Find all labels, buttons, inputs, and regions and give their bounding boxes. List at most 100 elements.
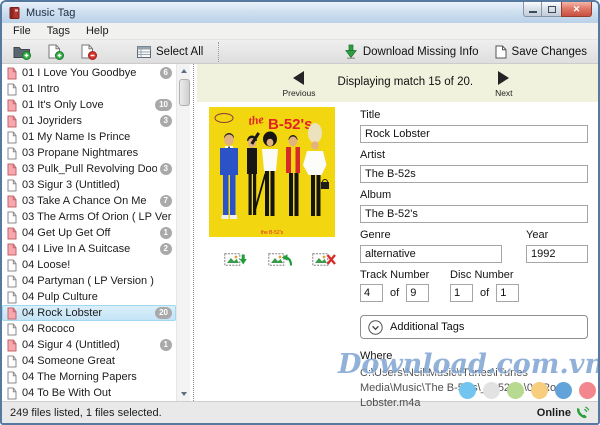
disc-of-label: of xyxy=(480,287,490,299)
file-name: 03 Pulk_Pull Revolving Doors xyxy=(22,163,157,175)
album-bottom-caption: the B-52's xyxy=(261,230,284,236)
list-item[interactable]: 04 Rock Lobster 20 xyxy=(2,305,176,321)
list-item[interactable]: 04 Someone Great xyxy=(2,353,176,369)
file-name: 01 It's Only Love xyxy=(22,99,104,111)
file-icon xyxy=(7,291,17,304)
list-item[interactable]: 04 I Live In A Suitcase 2 xyxy=(2,241,176,257)
save-changes-button[interactable]: Save Changes xyxy=(492,43,590,61)
load-art-button[interactable] xyxy=(268,251,292,268)
load-art-icon xyxy=(268,251,292,268)
artist-input[interactable] xyxy=(360,165,588,183)
list-item[interactable]: 04 Partyman ( LP Version ) xyxy=(2,273,176,289)
track-number-label: Track Number xyxy=(360,269,430,281)
scroll-up-button[interactable] xyxy=(177,64,190,78)
genre-label: Genre xyxy=(360,229,391,241)
list-item[interactable]: 03 Take A Chance On Me 7 xyxy=(2,193,176,209)
scrollbar-thumb[interactable] xyxy=(178,79,190,106)
add-folder-button[interactable] xyxy=(10,42,34,62)
list-item[interactable]: 04 Pulp Culture xyxy=(2,289,176,305)
where-label: Where xyxy=(360,350,393,362)
album-input[interactable] xyxy=(360,205,588,223)
additional-tags-expander[interactable]: Additional Tags xyxy=(360,315,588,339)
scroll-down-button[interactable] xyxy=(177,387,190,401)
file-name: 04 Loose! xyxy=(22,259,71,271)
select-all-button[interactable]: Select All xyxy=(134,44,206,60)
list-item[interactable]: 03 Propane Nightmares xyxy=(2,145,176,161)
disc-number-input[interactable] xyxy=(450,284,473,302)
list-item[interactable]: 01 Intro xyxy=(2,81,176,97)
remove-file-button[interactable] xyxy=(77,42,100,62)
file-name: 03 Sigur 3 (Untitled) xyxy=(22,179,120,191)
add-file-button[interactable] xyxy=(44,42,67,62)
remove-file-icon xyxy=(80,44,97,60)
track-of-label: of xyxy=(390,287,400,299)
next-button[interactable]: Next xyxy=(495,71,513,102)
chevron-down-icon xyxy=(368,319,383,335)
year-input[interactable] xyxy=(526,245,588,263)
list-item[interactable]: 04 Sigur 4 (Untitled) 1 xyxy=(2,337,176,353)
file-path: C:\Users\Neil\Music\iTunes\iTunes Media\… xyxy=(360,367,568,409)
list-item[interactable]: 03 Sigur 3 (Untitled) xyxy=(2,177,176,193)
file-name: 04 Sigur 4 (Untitled) xyxy=(22,339,120,351)
list-item[interactable]: 04 To Be With Out xyxy=(2,385,176,401)
menu-tags[interactable]: Tags xyxy=(39,24,78,38)
download-missing-info-label: Download Missing Info xyxy=(362,45,479,58)
download-missing-info-button[interactable]: Download Missing Info xyxy=(341,42,482,61)
file-icon xyxy=(7,99,17,112)
file-badge: 3 xyxy=(159,163,172,175)
list-item[interactable]: 01 It's Only Love 10 xyxy=(2,97,176,113)
file-icon xyxy=(7,355,17,368)
file-badge: 20 xyxy=(155,307,172,319)
minimize-button[interactable] xyxy=(523,2,542,17)
panel-splitter[interactable] xyxy=(190,64,197,401)
list-item[interactable]: 01 Joyriders 3 xyxy=(2,113,176,129)
list-item[interactable]: 04 The Morning Papers xyxy=(2,369,176,385)
remove-art-button[interactable] xyxy=(312,251,336,268)
list-item[interactable]: 01 I Love You Goodbye 6 xyxy=(2,65,176,81)
album-title-name: B-52's xyxy=(268,116,312,133)
file-badge: 1 xyxy=(159,339,172,351)
album-art-buttons xyxy=(224,251,349,268)
file-badge: 10 xyxy=(155,99,172,111)
status-files-text: 249 files listed, 1 files selected. xyxy=(10,406,162,419)
disc-total-input[interactable] xyxy=(496,284,520,302)
file-list-scrollbar[interactable] xyxy=(176,64,190,401)
list-item[interactable]: 03 The Arms Of Orion ( LP Version ) xyxy=(2,209,176,225)
list-item[interactable]: 01 My Name Is Prince xyxy=(2,129,176,145)
year-label: Year xyxy=(526,229,549,241)
title-input[interactable] xyxy=(360,125,588,143)
file-name: 04 I Live In A Suitcase xyxy=(22,243,131,255)
file-icon xyxy=(7,323,17,336)
online-indicator: Online xyxy=(537,405,590,420)
maximize-button[interactable] xyxy=(542,2,561,17)
match-status: Displaying match 15 of 20. xyxy=(337,76,474,88)
genre-input[interactable] xyxy=(360,245,502,263)
menu-file[interactable]: File xyxy=(5,24,39,38)
disc-number-label: Disc Number xyxy=(450,269,514,281)
download-art-button[interactable] xyxy=(224,251,248,268)
previous-label: Previous xyxy=(282,88,316,98)
previous-button[interactable]: Previous xyxy=(282,71,316,102)
list-item[interactable]: 04 Loose! xyxy=(2,257,176,273)
download-art-icon xyxy=(224,251,248,268)
remove-art-icon xyxy=(312,251,336,268)
save-file-icon xyxy=(495,45,507,59)
previous-arrow-icon xyxy=(293,71,305,85)
online-phone-icon xyxy=(575,405,590,420)
file-name: 04 Rococo xyxy=(22,323,75,335)
file-badge: 2 xyxy=(159,243,172,255)
track-number-input[interactable] xyxy=(360,284,383,302)
close-button[interactable]: ✕ xyxy=(561,2,592,17)
list-item[interactable]: 03 Pulk_Pull Revolving Doors 3 xyxy=(2,161,176,177)
album-label: Album xyxy=(360,189,392,201)
list-item[interactable]: 04 Get Up Get Off 1 xyxy=(2,225,176,241)
file-icon xyxy=(7,83,17,96)
track-total-input[interactable] xyxy=(406,284,430,302)
list-item[interactable]: 04 Rococo xyxy=(2,321,176,337)
file-name: 01 Intro xyxy=(22,83,60,95)
file-name: 01 I Love You Goodbye xyxy=(22,67,137,79)
file-name: 01 Joyriders xyxy=(22,115,82,127)
file-name: 04 Rock Lobster xyxy=(22,307,103,319)
file-icon xyxy=(7,211,17,224)
menu-help[interactable]: Help xyxy=(78,24,117,38)
